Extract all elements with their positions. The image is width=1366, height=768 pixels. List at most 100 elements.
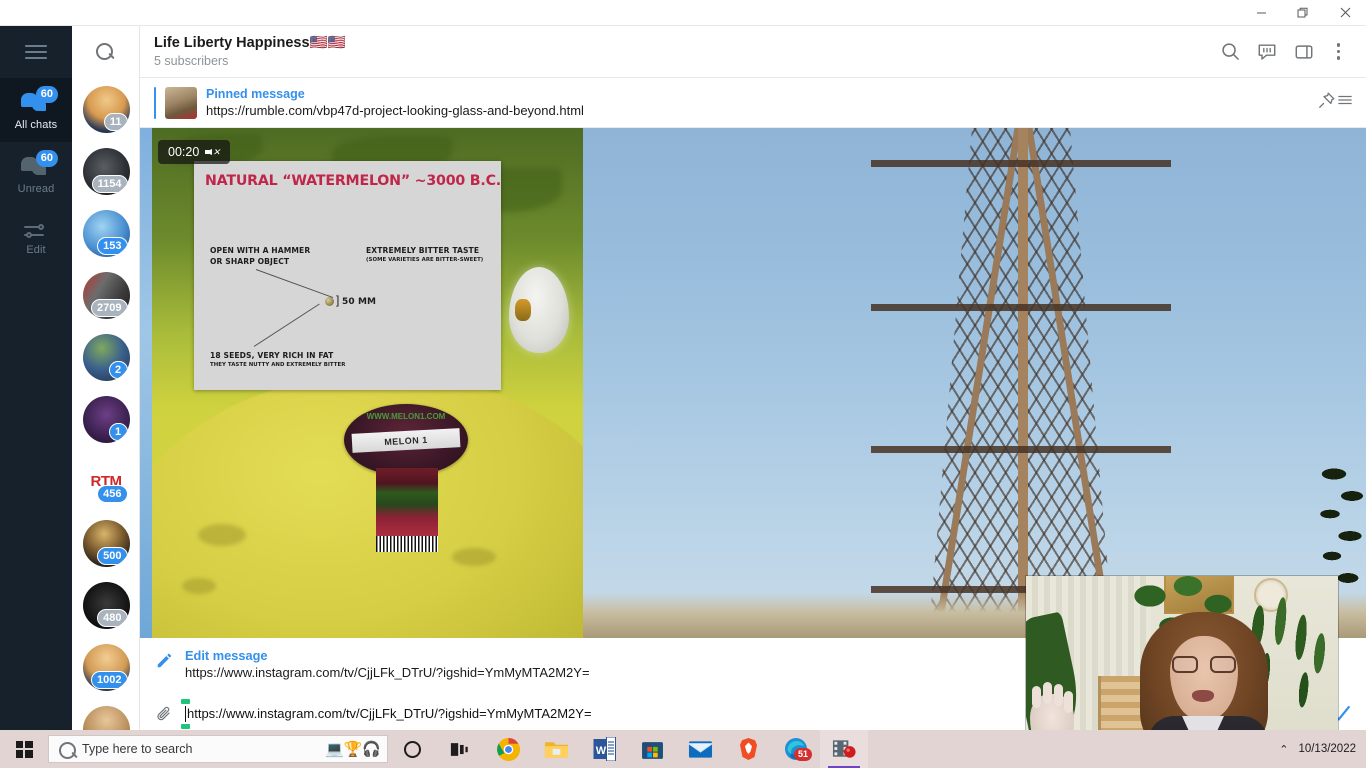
video-player[interactable]: NATURAL “WATERMELON” ~3000 B.C. OPEN WIT…	[140, 128, 1366, 638]
task-view-icon[interactable]	[436, 730, 484, 768]
text-caret	[181, 699, 190, 729]
eyeglasses	[1170, 656, 1238, 675]
sticker-barcode	[376, 536, 438, 552]
store-icon[interactable]	[628, 730, 676, 768]
chat-search-button[interactable]	[72, 26, 139, 78]
avatar: 2	[82, 333, 130, 381]
more-menu-icon[interactable]	[1331, 40, 1347, 63]
search-icon[interactable]	[1221, 42, 1240, 61]
unread-count-badge: 1154	[91, 174, 128, 193]
list-item[interactable]: 2709	[72, 264, 139, 326]
avatar: 153	[82, 209, 130, 257]
pin-accent-bar	[154, 86, 156, 119]
pencil-icon	[154, 651, 174, 669]
size-bracket-icon: ]	[336, 293, 340, 307]
comments-icon[interactable]	[1257, 42, 1277, 62]
window-minimize-button[interactable]	[1240, 0, 1282, 26]
unread-count-badge: 500	[97, 546, 128, 565]
list-item[interactable]: 153	[72, 202, 139, 264]
avatar: 1154	[82, 147, 130, 195]
sidebar-item-all-chats[interactable]: 60 All chats	[0, 78, 72, 142]
sticker-band-text: MELON 1	[384, 434, 428, 447]
list-item[interactable]: 1	[72, 388, 139, 450]
chat-header: Life Liberty Happiness🇺🇸🇺🇸 5 subscribers	[140, 26, 1366, 78]
unread-count-badge: 1002	[91, 670, 128, 689]
search-placeholder: Type here to search	[82, 742, 193, 756]
recorder-icon[interactable]	[820, 730, 868, 768]
search-icon	[59, 741, 76, 759]
sidebar-item-edit[interactable]: Edit	[0, 206, 72, 270]
mail-icon[interactable]	[676, 730, 724, 768]
list-item[interactable]: 2	[72, 326, 139, 388]
unread-count-badge: 2	[108, 360, 128, 379]
windows-taskbar: Type here to search 💻🏆🎧 W 51 ⌃ 10/13/202…	[0, 730, 1366, 768]
search-icon	[96, 42, 115, 62]
word-icon[interactable]: W	[580, 730, 628, 768]
sidebar-item-label: Edit	[26, 243, 46, 256]
unread-badge: 60	[35, 149, 58, 167]
sidebar-item-label: All chats	[14, 118, 58, 131]
list-item[interactable]: 1154	[72, 140, 139, 202]
explorer-icon[interactable]	[532, 730, 580, 768]
window-restore-button[interactable]	[1282, 0, 1324, 26]
unpin-icon[interactable]	[1317, 91, 1336, 115]
pinned-thumbnail	[165, 86, 197, 119]
unread-count-badge: 11	[103, 112, 128, 131]
list-item[interactable]: 500	[72, 512, 139, 574]
edit-message-label: Edit message	[185, 648, 268, 663]
edge-icon[interactable]: 51	[772, 730, 820, 768]
windows-start-icon[interactable]	[0, 730, 48, 768]
unread-count-badge: 456	[97, 484, 128, 503]
page-title: Life Liberty Happiness🇺🇸🇺🇸	[154, 34, 346, 51]
infographic-label-size: 50 MM	[342, 297, 377, 307]
panel-icon[interactable]	[1294, 42, 1314, 62]
list-item[interactable]: 11	[72, 78, 139, 140]
unread-count-badge: 2709	[91, 298, 128, 317]
seed-marker-icon	[325, 297, 334, 306]
unread-count-badge: 480	[97, 608, 128, 627]
all-chats-badge: 60	[35, 85, 58, 103]
sidebar-item-unread[interactable]: 60 Unread	[0, 142, 72, 206]
message-input-value: https://www.instagram.com/tv/CjjLFk_DTrU…	[187, 706, 592, 721]
subscriber-count: 5 subscribers	[154, 53, 229, 68]
left-edge-strip	[140, 128, 152, 638]
melon-sticker: WWW.MELON1.COM MELON 1	[344, 404, 468, 552]
avatar: 1002	[82, 643, 130, 691]
pinned-list-icon[interactable]	[1338, 93, 1352, 112]
infographic-label-seeds: 18 SEEDS, VERY RICH IN FAT THEY TASTE NU…	[210, 351, 346, 368]
watermelon-photo: NATURAL “WATERMELON” ~3000 B.C. OPEN WIT…	[152, 128, 583, 638]
small-melon-shape	[509, 267, 569, 353]
video-timer[interactable]: 00:20 ✕	[158, 140, 231, 164]
unread-bubble-icon: 60	[21, 149, 58, 180]
speaker-muted-icon[interactable]: ✕	[205, 146, 220, 159]
infographic-title: NATURAL “WATERMELON” ~3000 B.C.	[205, 173, 501, 189]
search-input[interactable]: Type here to search 💻🏆🎧	[48, 735, 388, 763]
avatar: RTM 456	[82, 457, 130, 505]
unread-count-badge: 1	[108, 422, 128, 441]
infographic-label-hammer: OPEN WITH A HAMMER OR SHARP OBJECT	[210, 246, 311, 266]
webcam-overlay[interactable]	[1026, 576, 1338, 755]
clock-date[interactable]: 10/13/2022	[1298, 743, 1356, 756]
chats-bubble-icon: 60	[21, 85, 58, 116]
list-item[interactable]: 1002	[72, 636, 139, 698]
avatar: 2709	[82, 271, 130, 319]
infographic-label-bitter: EXTREMELY BITTER TASTE (SOME VARIETIES A…	[366, 246, 484, 263]
hamburger-menu-icon[interactable]	[0, 26, 72, 78]
edge-badge: 51	[793, 748, 812, 761]
leader-line-bottom	[253, 303, 320, 347]
pinned-message-bar[interactable]: Pinned message https://rumble.com/vbp47d…	[140, 78, 1366, 128]
brave-icon[interactable]	[724, 730, 772, 768]
list-item[interactable]: RTM 456	[72, 450, 139, 512]
chevron-up-icon[interactable]: ⌃	[1279, 743, 1288, 756]
folders-rail: 60 All chats 60 Unread Edit	[0, 26, 72, 742]
search-illustration: 💻🏆🎧	[324, 741, 381, 758]
system-tray: ⌃ 10/13/2022	[1279, 743, 1366, 756]
list-item[interactable]: 480	[72, 574, 139, 636]
window-close-button[interactable]	[1324, 0, 1366, 26]
chat-list[interactable]: 11 1154 153 2709 2 1 RTM 456 500 480 100…	[72, 26, 140, 742]
sliders-icon	[23, 221, 49, 241]
avatar: 1	[82, 395, 130, 443]
paperclip-icon[interactable]	[154, 705, 174, 724]
cortana-icon[interactable]	[388, 730, 436, 768]
chrome-icon[interactable]	[484, 730, 532, 768]
